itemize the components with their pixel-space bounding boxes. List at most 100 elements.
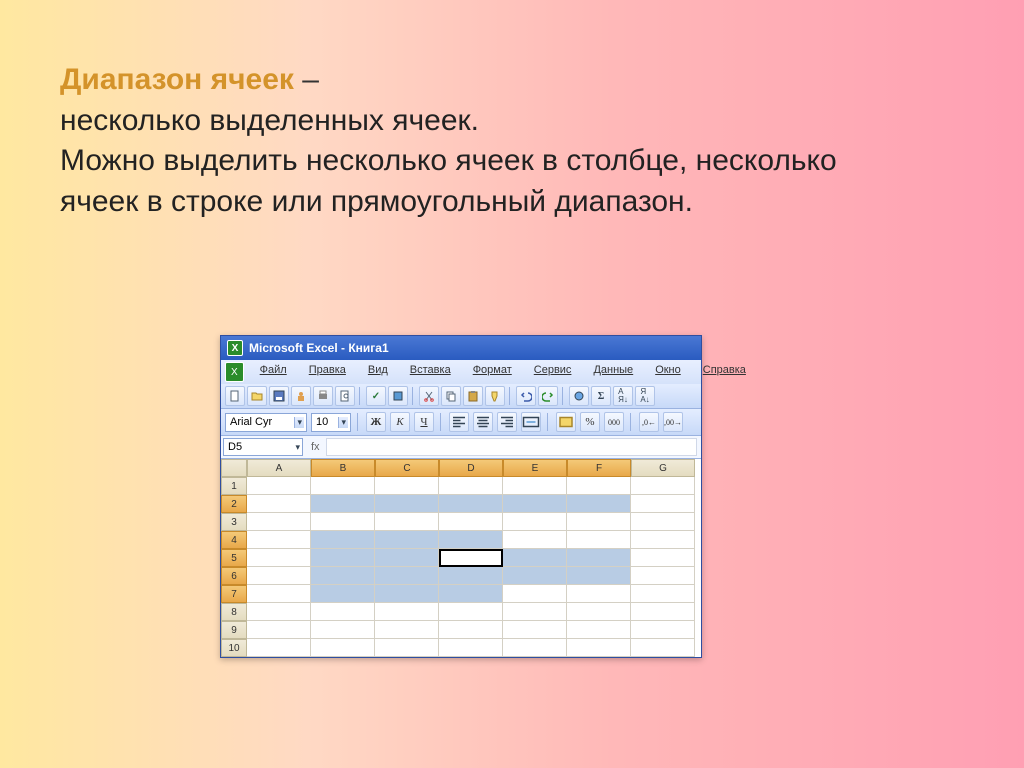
cell[interactable] [375, 549, 439, 567]
copy-icon[interactable] [441, 386, 461, 406]
cell[interactable] [631, 603, 695, 621]
col-D[interactable]: D [439, 459, 503, 477]
menu-view[interactable]: Вид [358, 362, 398, 382]
cell[interactable] [375, 585, 439, 603]
row-7[interactable]: 7 [221, 585, 247, 603]
cell[interactable] [631, 549, 695, 567]
row-4[interactable]: 4 [221, 531, 247, 549]
active-cell[interactable] [439, 549, 503, 567]
cell[interactable] [567, 495, 631, 513]
cell[interactable] [311, 585, 375, 603]
select-all-corner[interactable] [221, 459, 247, 477]
col-F[interactable]: F [567, 459, 631, 477]
decrease-decimal-icon[interactable]: ,0← [639, 412, 659, 432]
cell[interactable] [439, 495, 503, 513]
cell[interactable] [631, 585, 695, 603]
cell[interactable] [567, 585, 631, 603]
save-icon[interactable] [269, 386, 289, 406]
cell[interactable] [439, 477, 503, 495]
row-3[interactable]: 3 [221, 513, 247, 531]
cell[interactable] [247, 549, 311, 567]
autosum-icon[interactable]: Σ [591, 386, 611, 406]
cell[interactable] [567, 513, 631, 531]
cell[interactable] [439, 567, 503, 585]
align-center-icon[interactable] [473, 412, 493, 432]
cell[interactable] [247, 621, 311, 639]
percent-button[interactable]: % [580, 412, 600, 432]
permission-icon[interactable] [291, 386, 311, 406]
font-combo[interactable]: Arial Cyr [225, 413, 307, 432]
bold-button[interactable]: Ж [366, 412, 386, 432]
cell[interactable] [503, 621, 567, 639]
menu-file[interactable]: Файл [250, 362, 297, 382]
cell[interactable] [503, 603, 567, 621]
row-2[interactable]: 2 [221, 495, 247, 513]
cell[interactable] [375, 567, 439, 585]
cell[interactable] [375, 621, 439, 639]
cell[interactable] [631, 495, 695, 513]
cell[interactable] [631, 513, 695, 531]
cell[interactable] [503, 477, 567, 495]
cell[interactable] [631, 639, 695, 657]
spelling-icon[interactable]: ✓ [366, 386, 386, 406]
cell[interactable] [631, 531, 695, 549]
menu-help[interactable]: Справка [693, 362, 756, 382]
cell[interactable] [631, 477, 695, 495]
cell[interactable] [247, 495, 311, 513]
print-icon[interactable] [313, 386, 333, 406]
row-9[interactable]: 9 [221, 621, 247, 639]
col-C[interactable]: C [375, 459, 439, 477]
menu-data[interactable]: Данные [583, 362, 643, 382]
cell[interactable] [375, 495, 439, 513]
menu-edit[interactable]: Правка [299, 362, 356, 382]
menu-tools[interactable]: Сервис [524, 362, 582, 382]
sort-desc-icon[interactable]: ЯА↓ [635, 386, 655, 406]
cell[interactable] [503, 531, 567, 549]
cell[interactable] [375, 639, 439, 657]
underline-button[interactable]: Ч [414, 412, 434, 432]
cell[interactable] [247, 585, 311, 603]
sort-asc-icon[interactable]: АЯ↓ [613, 386, 633, 406]
cell[interactable] [439, 621, 503, 639]
cell[interactable] [567, 621, 631, 639]
cell[interactable] [311, 549, 375, 567]
cell[interactable] [311, 639, 375, 657]
row-6[interactable]: 6 [221, 567, 247, 585]
paste-icon[interactable] [463, 386, 483, 406]
cell[interactable] [311, 513, 375, 531]
cell[interactable] [503, 495, 567, 513]
cell[interactable] [439, 513, 503, 531]
cell[interactable] [439, 603, 503, 621]
cell[interactable] [311, 567, 375, 585]
row-5[interactable]: 5 [221, 549, 247, 567]
cell[interactable] [503, 585, 567, 603]
name-box[interactable]: D5 [223, 438, 303, 456]
spreadsheet-grid[interactable]: A B C D E F G 1 2 3 4 5 6 7 8 9 10 [221, 459, 701, 657]
row-8[interactable]: 8 [221, 603, 247, 621]
undo-icon[interactable] [516, 386, 536, 406]
cell[interactable] [439, 639, 503, 657]
redo-icon[interactable] [538, 386, 558, 406]
cell[interactable] [247, 477, 311, 495]
row-1[interactable]: 1 [221, 477, 247, 495]
currency-icon[interactable] [556, 412, 576, 432]
align-right-icon[interactable] [497, 412, 517, 432]
cell[interactable] [567, 567, 631, 585]
col-G[interactable]: G [631, 459, 695, 477]
fx-label[interactable]: fx [305, 441, 326, 453]
cell[interactable] [503, 639, 567, 657]
cell[interactable] [375, 531, 439, 549]
cell[interactable] [439, 585, 503, 603]
cell[interactable] [247, 513, 311, 531]
hyperlink-icon[interactable] [569, 386, 589, 406]
merge-icon[interactable] [521, 412, 541, 432]
cell[interactable] [247, 639, 311, 657]
cell[interactable] [311, 621, 375, 639]
new-icon[interactable] [225, 386, 245, 406]
row-10[interactable]: 10 [221, 639, 247, 657]
cell[interactable] [567, 531, 631, 549]
cell[interactable] [311, 477, 375, 495]
size-combo[interactable]: 10 [311, 413, 351, 432]
menu-format[interactable]: Формат [463, 362, 522, 382]
cell[interactable] [311, 531, 375, 549]
